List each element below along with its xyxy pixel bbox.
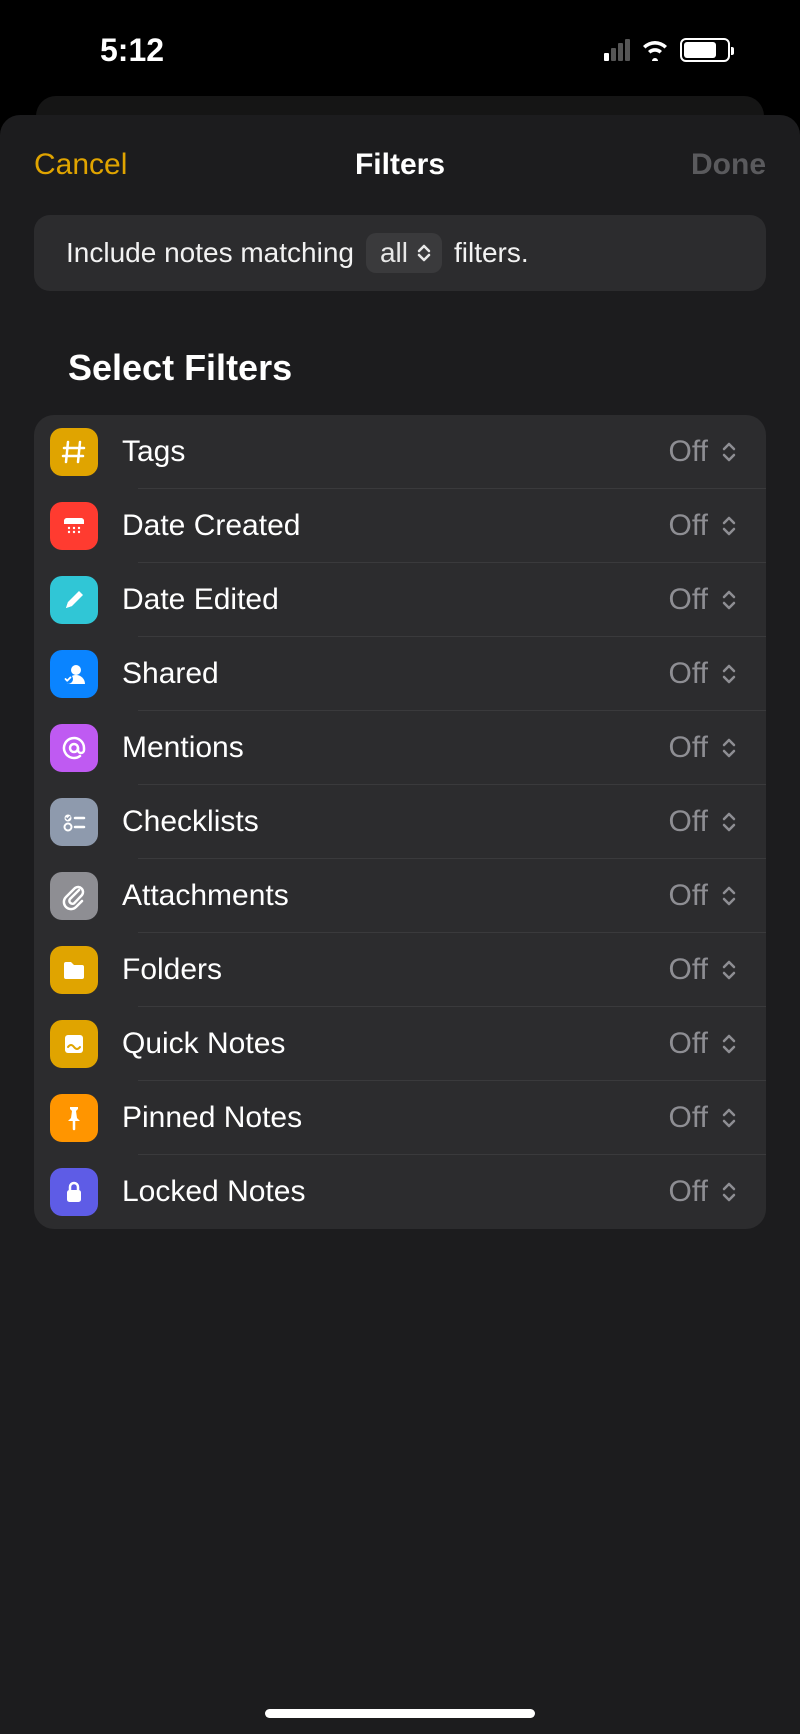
chevron-up-down-icon	[720, 589, 738, 611]
checklist-icon	[50, 798, 98, 846]
filter-label: Mentions	[122, 731, 669, 765]
battery-icon	[680, 38, 730, 62]
filter-label: Checklists	[122, 805, 669, 839]
chevron-up-down-icon	[720, 663, 738, 685]
chevron-up-down-icon	[720, 811, 738, 833]
home-indicator[interactable]	[265, 1709, 535, 1718]
filter-label: Quick Notes	[122, 1027, 669, 1061]
paperclip-icon	[50, 872, 98, 920]
wifi-icon	[640, 39, 670, 61]
filter-label: Tags	[122, 435, 669, 469]
cancel-button[interactable]: Cancel	[34, 148, 127, 182]
pencil-icon	[50, 576, 98, 624]
pin-icon	[50, 1094, 98, 1142]
cellular-signal-icon	[604, 39, 630, 61]
filter-row-shared[interactable]: SharedOff	[34, 637, 766, 711]
match-mode-value: all	[380, 237, 408, 269]
match-mode-picker[interactable]: all	[366, 233, 442, 273]
filter-label: Date Created	[122, 509, 669, 543]
match-prefix-text: Include notes matching	[66, 237, 354, 269]
filter-row-mentions[interactable]: MentionsOff	[34, 711, 766, 785]
status-icons	[604, 38, 730, 62]
filter-value: Off	[669, 435, 708, 469]
filter-value: Off	[669, 953, 708, 987]
filter-row-date-edited[interactable]: Date EditedOff	[34, 563, 766, 637]
filters-sheet: Cancel Filters Done Include notes matchi…	[0, 115, 800, 1734]
calendar-icon	[50, 502, 98, 550]
filter-value: Off	[669, 1027, 708, 1061]
filter-label: Shared	[122, 657, 669, 691]
filter-label: Attachments	[122, 879, 669, 913]
quicknote-icon	[50, 1020, 98, 1068]
filter-list: TagsOffDate CreatedOffDate EditedOffShar…	[34, 415, 766, 1229]
status-time: 5:12	[100, 32, 164, 69]
filter-value: Off	[669, 509, 708, 543]
filter-label: Folders	[122, 953, 669, 987]
chevron-up-down-icon	[720, 1107, 738, 1129]
filter-value: Off	[669, 583, 708, 617]
filter-label: Date Edited	[122, 583, 669, 617]
chevron-up-down-icon	[720, 1181, 738, 1203]
chevron-up-down-icon	[720, 441, 738, 463]
lock-icon	[50, 1168, 98, 1216]
filter-value: Off	[669, 805, 708, 839]
filter-row-pinned-notes[interactable]: Pinned NotesOff	[34, 1081, 766, 1155]
page-title: Filters	[355, 148, 445, 182]
match-suffix-text: filters.	[454, 237, 529, 269]
filter-label: Locked Notes	[122, 1175, 669, 1209]
shared-icon	[50, 650, 98, 698]
folder-icon	[50, 946, 98, 994]
filter-value: Off	[669, 657, 708, 691]
chevron-up-down-icon	[720, 885, 738, 907]
filter-row-quick-notes[interactable]: Quick NotesOff	[34, 1007, 766, 1081]
filter-row-attachments[interactable]: AttachmentsOff	[34, 859, 766, 933]
filter-row-checklists[interactable]: ChecklistsOff	[34, 785, 766, 859]
filter-label: Pinned Notes	[122, 1101, 669, 1135]
section-title: Select Filters	[68, 347, 800, 389]
chevron-up-down-icon	[720, 1033, 738, 1055]
filter-value: Off	[669, 879, 708, 913]
filter-row-locked-notes[interactable]: Locked NotesOff	[34, 1155, 766, 1229]
filter-value: Off	[669, 1175, 708, 1209]
chevron-up-down-icon	[416, 243, 432, 263]
filter-value: Off	[669, 731, 708, 765]
filter-row-folders[interactable]: FoldersOff	[34, 933, 766, 1007]
match-condition-bar: Include notes matching all filters.	[34, 215, 766, 291]
filter-row-date-created[interactable]: Date CreatedOff	[34, 489, 766, 563]
chevron-up-down-icon	[720, 959, 738, 981]
sheet-header: Cancel Filters Done	[0, 115, 800, 215]
at-icon	[50, 724, 98, 772]
filter-value: Off	[669, 1101, 708, 1135]
status-bar: 5:12	[0, 0, 800, 100]
done-button[interactable]: Done	[691, 148, 766, 182]
filter-row-tags[interactable]: TagsOff	[34, 415, 766, 489]
chevron-up-down-icon	[720, 515, 738, 537]
chevron-up-down-icon	[720, 737, 738, 759]
hash-icon	[50, 428, 98, 476]
